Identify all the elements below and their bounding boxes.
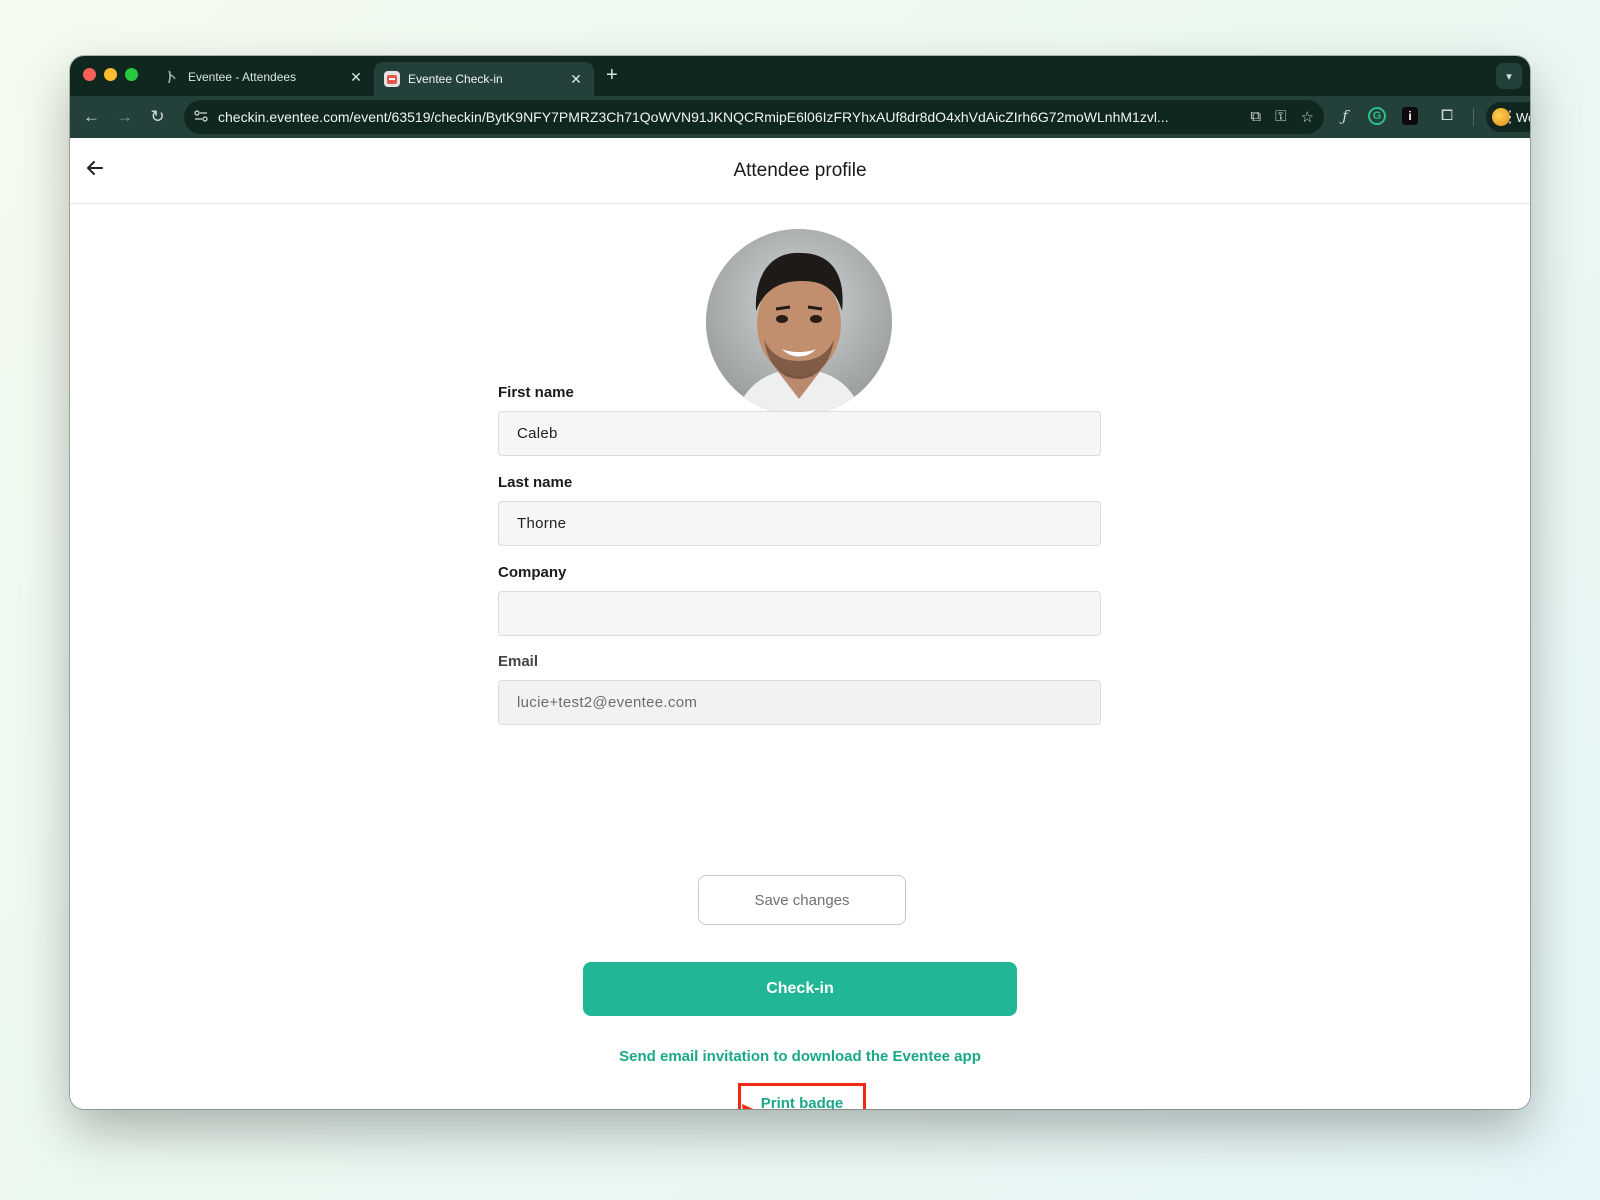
maximize-window-button[interactable] <box>125 68 138 81</box>
tab-title: Eventee - Attendees <box>188 70 297 84</box>
url-text[interactable]: checkin.eventee.com/event/63519/checkin/… <box>218 109 1240 125</box>
last-name-label: Last name <box>498 474 573 491</box>
minimize-window-button[interactable] <box>104 68 117 81</box>
eventee-app-icon <box>384 71 400 87</box>
browser-window: Eventee - Attendees ✕ Eventee Check-in ✕… <box>70 56 1530 1109</box>
address-bar[interactable]: checkin.eventee.com/event/63519/checkin/… <box>184 100 1324 134</box>
email-input[interactable] <box>498 680 1101 725</box>
reload-icon[interactable]: ↻ <box>141 107 174 127</box>
save-changes-button[interactable]: Save changes <box>698 875 906 925</box>
print-badge-link[interactable]: Print badge <box>738 1095 866 1109</box>
browser-toolbar: ← → ↻ checkin.eventee.com/event/63519/ch… <box>70 96 1530 138</box>
extensions-puzzle-icon[interactable]: ⧠ <box>1436 107 1458 124</box>
forward-icon[interactable]: → <box>108 107 141 127</box>
page-title: Attendee profile <box>733 160 867 181</box>
send-invitation-link[interactable]: Send email invitation to download the Ev… <box>70 1048 1530 1065</box>
tab-eventee-attendees[interactable]: Eventee - Attendees ✕ <box>154 62 374 92</box>
close-tab-icon[interactable]: ✕ <box>348 69 364 86</box>
bookmark-star-icon[interactable]: ☆ <box>1301 108 1314 126</box>
new-tab-button[interactable]: + <box>606 64 618 87</box>
back-icon[interactable]: ← <box>75 107 108 127</box>
grammarly-icon[interactable]: G <box>1368 107 1386 125</box>
company-label: Company <box>498 564 567 581</box>
company-input[interactable] <box>498 591 1101 636</box>
site-settings-icon[interactable] <box>194 109 218 125</box>
email-label: Email <box>498 653 539 670</box>
first-name-input[interactable] <box>498 411 1101 456</box>
profile-label: Work <box>1516 109 1530 125</box>
font-extension-icon[interactable]: ƒ <box>1334 107 1356 125</box>
password-key-icon[interactable]: ⚿ <box>1275 108 1286 126</box>
page-content: Attendee profile First name Caleb Last n… <box>70 138 1530 1109</box>
tab-eventee-checkin[interactable]: Eventee Check-in ✕ <box>374 62 594 96</box>
app-header: Attendee profile <box>70 138 1530 204</box>
tab-search-chevron-icon[interactable]: ▾ <box>1496 63 1522 89</box>
tab-bar: Eventee - Attendees ✕ Eventee Check-in ✕… <box>70 56 1530 96</box>
first-name-label: First name <box>498 384 574 401</box>
close-tab-icon[interactable]: ✕ <box>568 71 584 88</box>
last-name-input[interactable] <box>498 501 1101 546</box>
check-in-button[interactable]: Check-in <box>583 962 1017 1016</box>
tab-title: Eventee Check-in <box>408 72 503 86</box>
attendee-avatar <box>706 229 892 415</box>
eventee-leaf-icon <box>164 69 180 85</box>
install-app-icon[interactable]: ⧉ <box>1250 108 1261 126</box>
toolbar-divider <box>1473 108 1474 126</box>
close-window-button[interactable] <box>83 68 96 81</box>
info-extension-icon[interactable]: i <box>1402 107 1418 125</box>
browser-menu-icon[interactable]: ⋮ <box>1502 107 1518 127</box>
